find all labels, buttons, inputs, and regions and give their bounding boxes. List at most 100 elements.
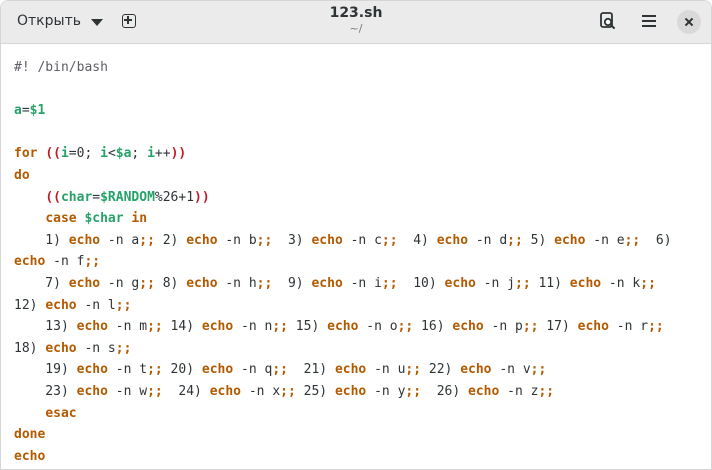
code-token-plain: 12) bbox=[14, 297, 46, 313]
code-token-builtin: echo bbox=[45, 340, 77, 356]
code-token-op: ; bbox=[131, 146, 148, 162]
code-token-plain: -n n bbox=[233, 319, 273, 335]
code-token-plain: -n b bbox=[217, 232, 257, 248]
code-token-plain: 15) bbox=[287, 319, 328, 335]
find-in-document-icon bbox=[600, 12, 615, 29]
code-token-builtin: echo bbox=[569, 275, 602, 291]
code-token-keyword: ;; bbox=[272, 319, 288, 335]
code-token-keyword: ;; bbox=[522, 319, 539, 335]
code-line[interactable]: 12) echo -n l;; bbox=[14, 295, 711, 317]
code-token-keyword: ;; bbox=[515, 275, 531, 291]
code-line[interactable]: do bbox=[14, 165, 711, 187]
code-token-var: char bbox=[60, 189, 93, 205]
code-token-var: $a bbox=[115, 146, 132, 162]
code-token-plain: -n m bbox=[107, 319, 148, 335]
code-token-var: a bbox=[14, 103, 22, 119]
code-token-builtin: echo bbox=[14, 254, 46, 270]
code-line[interactable]: 19) echo -n t;; 20) echo -n q;; 21) echo… bbox=[14, 359, 711, 381]
code-line[interactable]: echo -n f;; bbox=[14, 251, 711, 273]
code-line[interactable]: 13) echo -n m;; 14) echo -n n;; 15) echo… bbox=[14, 316, 711, 338]
code-token-plain: 3) bbox=[272, 232, 312, 248]
new-document-button[interactable] bbox=[118, 10, 140, 32]
code-token-plain: -n a bbox=[100, 232, 140, 248]
code-line[interactable]: #! /bin/bash bbox=[14, 57, 711, 79]
search-button[interactable] bbox=[598, 11, 618, 31]
open-button[interactable]: Открыть bbox=[9, 7, 113, 35]
code-token-plain: 11) bbox=[530, 275, 570, 291]
code-line[interactable]: done bbox=[14, 424, 711, 446]
close-window-button[interactable] bbox=[677, 10, 701, 34]
code-token-plain: -n f bbox=[45, 254, 85, 270]
code-token-plain: 16) bbox=[413, 319, 453, 335]
code-token-plain: 14) bbox=[162, 319, 202, 335]
code-token-var: i bbox=[100, 146, 108, 162]
code-token-plain: 6) bbox=[640, 232, 672, 248]
code-token-plain: -n h bbox=[217, 275, 257, 291]
code-token-builtin: echo bbox=[460, 362, 492, 378]
code-token-builtin: echo bbox=[186, 275, 218, 291]
code-token-op: < bbox=[107, 146, 116, 162]
code-token-plain: -n g bbox=[100, 275, 140, 291]
code-token-plain: 17) bbox=[538, 319, 578, 335]
code-line[interactable]: a=$1 bbox=[14, 100, 711, 122]
code-line[interactable]: 18) echo -n s;; bbox=[14, 338, 711, 360]
code-token-keyword: ;; bbox=[397, 319, 414, 335]
code-token-var: i bbox=[60, 146, 69, 162]
code-line[interactable]: echo bbox=[14, 446, 711, 468]
code-token-plain: -n k bbox=[601, 275, 641, 291]
code-line[interactable]: esac bbox=[14, 403, 711, 425]
code-token-op: %26+1 bbox=[154, 189, 195, 205]
code-token-plain: -n l bbox=[76, 297, 116, 313]
chevron-down-icon bbox=[90, 18, 103, 26]
code-token-plain: -n r bbox=[608, 319, 649, 335]
code-line[interactable]: for ((i=0; i<$a; i++)) bbox=[14, 143, 711, 165]
code-token-plain: -n c bbox=[342, 232, 382, 248]
code-token-paren: )) bbox=[170, 146, 187, 162]
code-line[interactable]: 23) echo -n w;; 24) echo -n x;; 25) echo… bbox=[14, 381, 711, 403]
code-token-paren: (( bbox=[45, 146, 61, 162]
code-token-plain: -n p bbox=[483, 319, 523, 335]
code-token-op: ++ bbox=[154, 146, 171, 162]
code-token-op: =0; bbox=[68, 146, 101, 162]
code-token-plain: 13) bbox=[14, 319, 77, 335]
code-editor[interactable]: #! /bin/bash a=$1 for ((i=0; i<$a; i++))… bbox=[1, 44, 711, 469]
code-token-keyword: ;; bbox=[139, 275, 155, 291]
code-token-keyword: ;; bbox=[530, 362, 547, 378]
main-menu-button[interactable] bbox=[639, 12, 659, 32]
code-token-plain: -n x bbox=[241, 383, 281, 399]
code-token-keyword: do bbox=[14, 167, 30, 183]
code-token-plain: 8) bbox=[154, 275, 187, 291]
text-editor-window: Открыть 123.sh ~/ #! /bin/bash a=$1 for … bbox=[0, 0, 712, 470]
code-token-plain: 1) bbox=[14, 232, 69, 248]
code-token-plain: -n t bbox=[107, 362, 148, 378]
code-token-plain: 24) bbox=[162, 383, 210, 399]
code-token-op: = bbox=[92, 189, 101, 205]
code-token-plain: 22) bbox=[421, 362, 461, 378]
code-line[interactable] bbox=[14, 122, 711, 144]
code-line[interactable]: case $char in bbox=[14, 208, 711, 230]
code-token-keyword: esac bbox=[45, 405, 77, 421]
code-token-builtin: echo bbox=[334, 362, 367, 378]
code-token-plain: -n d bbox=[468, 232, 508, 248]
code-token-plain: -n e bbox=[585, 232, 625, 248]
code-line[interactable] bbox=[14, 79, 711, 101]
code-token-var: i bbox=[147, 146, 155, 162]
code-token-builtin: echo bbox=[311, 275, 343, 291]
hamburger-icon bbox=[642, 15, 656, 17]
code-line[interactable]: ((char=$RANDOM%26+1)) bbox=[14, 187, 711, 209]
code-token-keyword: ;; bbox=[405, 362, 422, 378]
code-token-keyword: ;; bbox=[147, 383, 163, 399]
code-token-keyword: ;; bbox=[147, 319, 163, 335]
code-token-plain: -n v bbox=[491, 362, 531, 378]
code-line[interactable]: 1) echo -n a;; 2) echo -n b;; 3) echo -n… bbox=[14, 230, 711, 252]
code-line[interactable]: 7) echo -n g;; 8) echo -n h;; 9) echo -n… bbox=[14, 273, 711, 295]
code-token-plain: 2) bbox=[154, 232, 187, 248]
code-token-keyword: for bbox=[14, 146, 38, 162]
code-token-keyword: ;; bbox=[280, 383, 296, 399]
code-token-plain: -n o bbox=[358, 319, 398, 335]
code-token-builtin: echo bbox=[68, 232, 101, 248]
code-token-keyword: done bbox=[14, 427, 46, 443]
code-token-keyword: ;; bbox=[640, 275, 656, 291]
